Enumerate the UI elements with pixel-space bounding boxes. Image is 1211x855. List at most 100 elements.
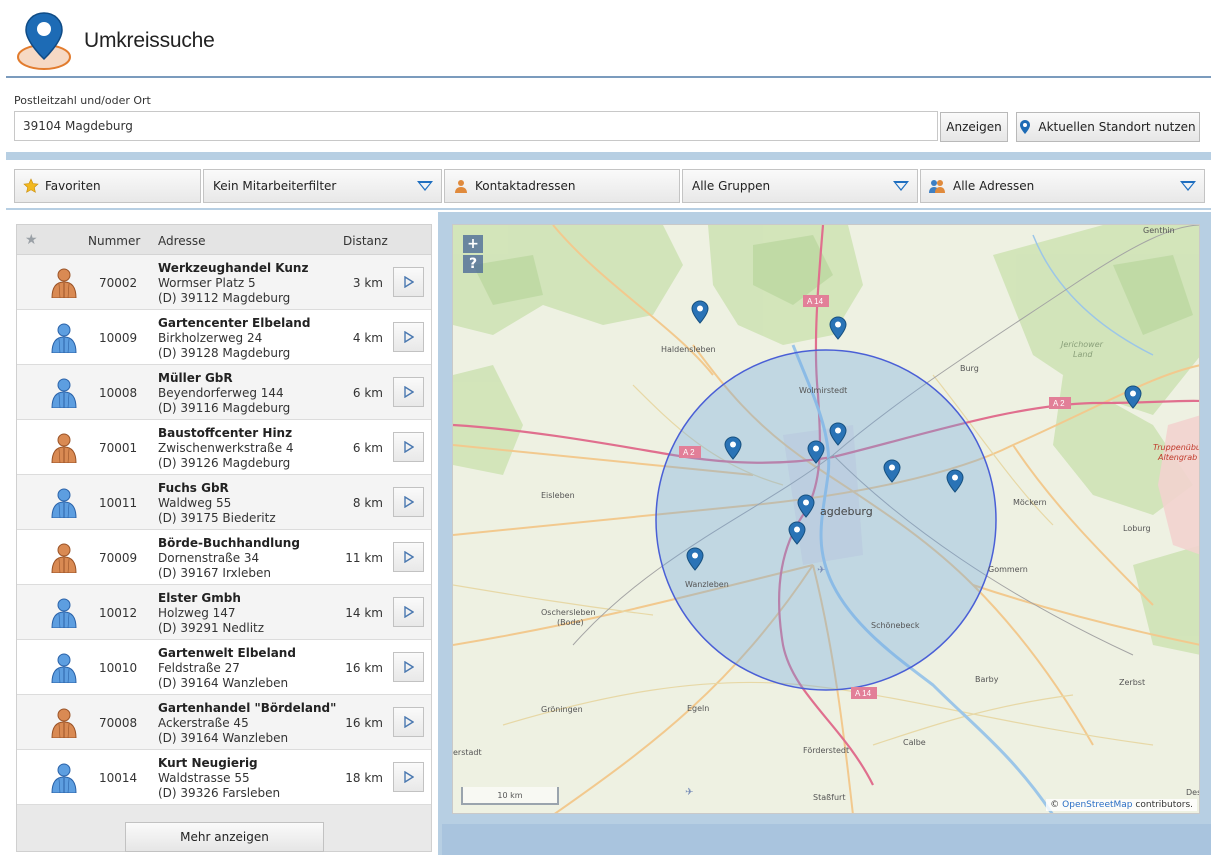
chevron-down-icon	[417, 181, 433, 191]
person-icon	[51, 763, 77, 793]
column-address[interactable]: Adresse	[158, 234, 206, 248]
addresses-value: Alle Adressen	[953, 179, 1035, 193]
item-street: Zwischenwerkstraße 4	[158, 441, 294, 455]
column-number[interactable]: Nummer	[88, 234, 140, 248]
play-arrow-icon	[403, 606, 414, 618]
map-label-dess: Des	[1186, 788, 1200, 797]
map-label-genthin: Genthin	[1143, 226, 1175, 235]
show-on-map-button[interactable]	[393, 652, 424, 682]
map-label-zerbst: Zerbst	[1119, 678, 1145, 687]
search-input[interactable]: 39104 Magdeburg	[14, 111, 938, 141]
show-on-map-button[interactable]	[393, 432, 424, 462]
use-location-button[interactable]: Aktuellen Standort nutzen	[1016, 112, 1200, 142]
person-icon	[51, 708, 77, 738]
item-distance: 11 km	[345, 551, 383, 565]
attribution-suffix: contributors.	[1135, 800, 1193, 810]
item-street: Wormser Platz 5	[158, 276, 256, 290]
show-on-map-button[interactable]	[393, 487, 424, 517]
star-icon[interactable]: ★	[25, 232, 38, 248]
show-on-map-button[interactable]	[393, 762, 424, 792]
item-address: Werkzeughandel Kunz Wormser Platz 5 (D) …	[158, 261, 308, 306]
map-footer-strip	[442, 824, 1211, 855]
list-item[interactable]: 70009 Börde-Buchhandlung Dornenstraße 34…	[17, 530, 431, 585]
list-item[interactable]: 10011 Fuchs GbR Waldweg 55 (D) 39175 Bie…	[17, 475, 431, 530]
column-distance[interactable]: Distanz	[343, 234, 388, 248]
map-label-a14-south: A 14	[855, 689, 872, 698]
map-label-a14: A 14	[807, 297, 824, 306]
employee-filter-select[interactable]: Kein Mitarbeiterfilter	[203, 169, 442, 203]
show-button[interactable]: Anzeigen	[940, 112, 1008, 142]
item-number: 70002	[99, 276, 138, 290]
results-list: ★ Nummer Adresse Distanz 70002 Werkzeugh…	[16, 224, 432, 852]
map-label-land: Land	[1073, 350, 1093, 359]
list-item[interactable]: 70008 Gartenhandel "Bördeland" Ackerstra…	[17, 695, 431, 750]
person-icon	[51, 543, 77, 573]
item-distance: 14 km	[345, 606, 383, 620]
item-address: Börde-Buchhandlung Dornenstraße 34 (D) 3…	[158, 536, 300, 581]
person-icon	[51, 488, 77, 518]
item-city: (D) 39128 Magdeburg	[158, 346, 291, 360]
map-label-magdeburg: agdeburg	[820, 505, 873, 518]
groups-value: Alle Gruppen	[692, 179, 771, 193]
item-city: (D) 39164 Wanzleben	[158, 731, 289, 745]
contacts-button[interactable]: Kontaktadressen	[444, 169, 680, 203]
item-number: 10008	[99, 386, 138, 400]
help-button[interactable]: ?	[463, 255, 483, 273]
item-city: (D) 39175 Biederitz	[158, 511, 276, 525]
item-city: (D) 39164 Wanzleben	[158, 676, 289, 690]
scale-bar: 10 km	[461, 787, 559, 805]
osm-link[interactable]: OpenStreetMap	[1062, 800, 1132, 810]
list-item[interactable]: 70001 Baustoffcenter Hinz Zwischenwerkst…	[17, 420, 431, 475]
item-distance: 4 km	[352, 331, 383, 345]
list-item[interactable]: 10008 Müller GbR Beyendorferweg 144 (D) …	[17, 365, 431, 420]
item-city: (D) 39326 Farsleben	[158, 786, 281, 800]
favorites-button[interactable]: Favoriten	[14, 169, 201, 203]
list-item[interactable]: 10014 Kurt Neugierig Waldstrasse 55 (D) …	[17, 750, 431, 805]
map-label-barby: Barby	[975, 675, 999, 684]
show-on-map-button[interactable]	[393, 707, 424, 737]
show-on-map-button[interactable]	[393, 597, 424, 627]
addresses-select[interactable]: Alle Adressen	[920, 169, 1205, 203]
item-street: Feldstraße 27	[158, 661, 240, 675]
map-label-gommern: Gommern	[988, 565, 1028, 574]
chevron-down-icon	[1180, 181, 1196, 191]
list-item[interactable]: 10010 Gartenwelt Elbeland Feldstraße 27 …	[17, 640, 431, 695]
map-label-wolmirstedt: Wolmirstedt	[799, 386, 847, 395]
show-on-map-button[interactable]	[393, 322, 424, 352]
map-label-wanzleben: Wanzleben	[685, 580, 729, 589]
show-more-button[interactable]: Mehr anzeigen	[125, 822, 324, 852]
item-distance: 16 km	[345, 661, 383, 675]
show-on-map-button[interactable]	[393, 267, 424, 297]
attribution-prefix: ©	[1050, 800, 1060, 810]
map-label-altengrab: Altengrab	[1157, 453, 1197, 462]
show-on-map-button[interactable]	[393, 542, 424, 572]
play-arrow-icon	[403, 331, 414, 343]
map-label-calbe: Calbe	[903, 738, 926, 747]
item-address: Müller GbR Beyendorferweg 144 (D) 39116 …	[158, 371, 290, 416]
person-icon	[51, 598, 77, 628]
page-title: Umkreissuche	[84, 29, 215, 52]
map-label-foerderstedt: Förderstedt	[803, 746, 849, 755]
item-name: Elster Gmbh	[158, 591, 241, 605]
map[interactable]: A 14 A 14 A 2 A 2 Genthin Haldensleben W…	[452, 224, 1200, 814]
list-item[interactable]: 10012 Elster Gmbh Holzweg 147 (D) 39291 …	[17, 585, 431, 640]
play-arrow-icon	[403, 661, 414, 673]
address-group-icon	[929, 180, 945, 193]
item-name: Börde-Buchhandlung	[158, 536, 300, 550]
map-label-burg: Burg	[960, 364, 979, 373]
list-item[interactable]: 10009 Gartencenter Elbeland Birkholzerwe…	[17, 310, 431, 365]
list-item[interactable]: 70002 Werkzeughandel Kunz Wormser Platz …	[17, 255, 431, 310]
show-on-map-button[interactable]	[393, 377, 424, 407]
item-distance: 18 km	[345, 771, 383, 785]
map-label-erstadt: erstadt	[453, 748, 482, 757]
zoom-in-button[interactable]: +	[463, 235, 483, 253]
item-city: (D) 39112 Magdeburg	[158, 291, 291, 305]
item-number: 10012	[99, 606, 138, 620]
map-label-stassfurt: Staßfurt	[813, 793, 845, 802]
groups-select[interactable]: Alle Gruppen	[682, 169, 918, 203]
map-label-eisleben: Eisleben	[541, 491, 575, 500]
use-location-label: Aktuellen Standort nutzen	[1038, 120, 1196, 134]
map-canvas[interactable]: A 14 A 14 A 2 A 2 Genthin Haldensleben W…	[453, 225, 1200, 814]
person-icon	[51, 268, 77, 298]
app-header: Umkreissuche	[6, 6, 1211, 78]
